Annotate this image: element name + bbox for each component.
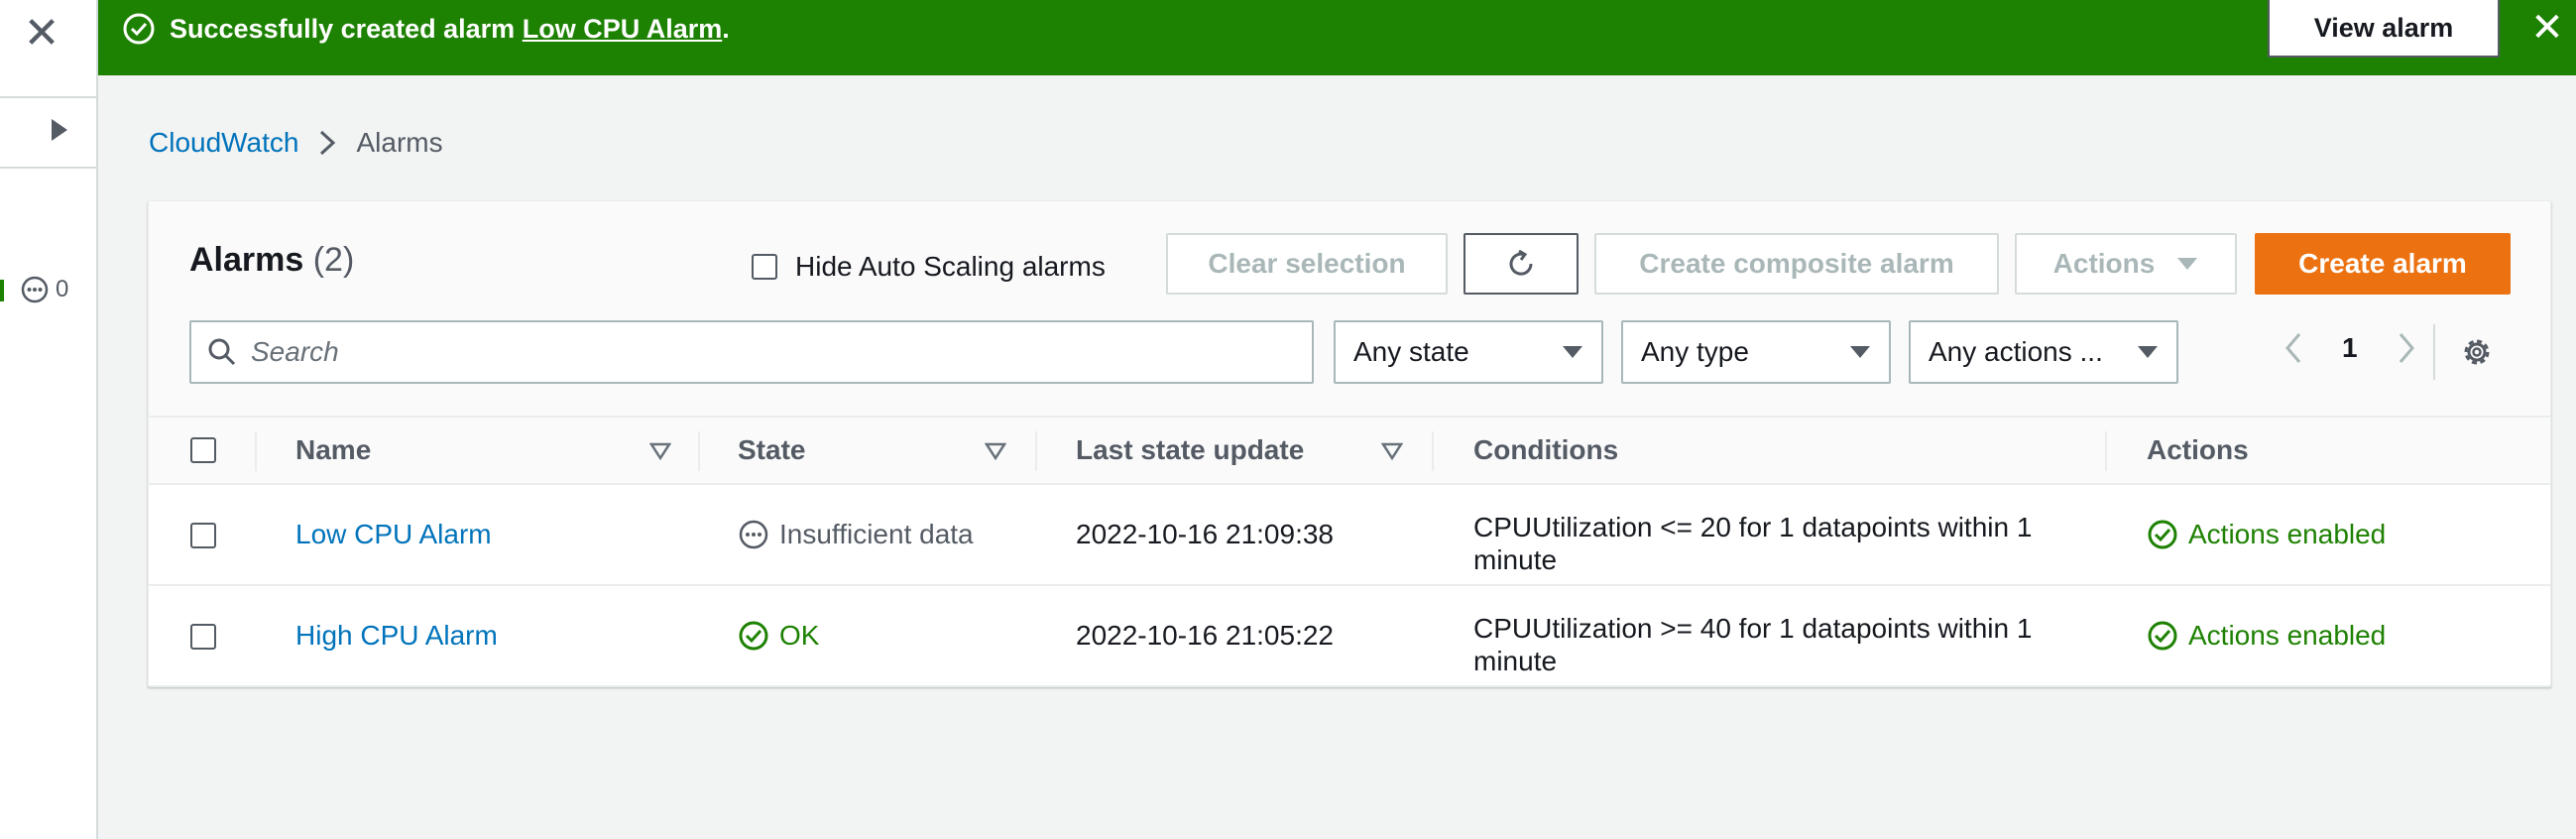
alarm-name-link[interactable]: High CPU Alarm <box>295 620 498 652</box>
success-message-suffix: . <box>722 14 730 44</box>
alarm-actions-status: Actions enabled <box>2147 586 2386 685</box>
search-input[interactable] <box>251 336 1282 368</box>
success-message-prefix: Successfully created alarm <box>170 14 516 44</box>
alarm-state-label: OK <box>779 620 820 651</box>
table-header: Name State Last state update Conditions … <box>149 416 2550 485</box>
success-message: Successfully created alarm Low CPU Alarm… <box>170 12 730 46</box>
caret-down-icon <box>2176 256 2198 272</box>
select-all-checkbox[interactable] <box>190 437 216 463</box>
hide-autoscaling-label: Hide Auto Scaling alarms <box>795 251 1106 282</box>
actions-filter-select[interactable]: Any actions ... <box>1909 320 2178 384</box>
alarm-state: Insufficient data <box>738 485 974 584</box>
pagination-divider <box>2433 324 2435 380</box>
success-check-icon <box>123 13 155 45</box>
actions-dropdown-label: Actions <box>2052 248 2156 279</box>
check-circle-icon <box>2148 520 2177 549</box>
table-row: Low CPU Alarm Insufficient data 2022-10-… <box>149 485 2550 586</box>
expand-caret-icon[interactable] <box>50 117 69 143</box>
column-header-name[interactable]: Name <box>295 418 371 483</box>
sort-icon[interactable] <box>649 441 671 461</box>
check-circle-icon <box>739 621 768 651</box>
nav-divider <box>0 96 98 98</box>
clear-selection-button[interactable]: Clear selection <box>1166 233 1448 295</box>
caret-down-icon <box>1850 346 1870 358</box>
search-icon <box>205 335 239 369</box>
dismiss-banner-icon[interactable]: ✕ <box>2527 6 2567 50</box>
column-divider <box>698 431 700 471</box>
column-header-last-update[interactable]: Last state update <box>1076 418 1304 483</box>
column-divider <box>1432 431 1434 471</box>
previous-page-icon[interactable] <box>2279 328 2308 368</box>
sort-icon[interactable] <box>985 441 1006 461</box>
breadcrumb-alarms: Alarms <box>356 127 443 158</box>
left-nav-panel: ✕ 0 <box>0 0 98 839</box>
state-filter-select[interactable]: Any state <box>1334 320 1603 384</box>
last-state-update: 2022-10-16 21:05:22 <box>1076 620 1334 651</box>
breadcrumb: CloudWatch Alarms <box>149 127 443 159</box>
alarm-state-label: Insufficient data <box>779 519 974 549</box>
type-filter-value: Any type <box>1641 336 1749 367</box>
close-nav-icon[interactable]: ✕ <box>22 12 61 56</box>
type-filter-select[interactable]: Any type <box>1621 320 1891 384</box>
table-row: High CPU Alarm OK 2022-10-16 21:05:22 CP… <box>149 586 2550 687</box>
state-filter-value: Any state <box>1353 336 1469 367</box>
caret-down-icon <box>1563 346 1582 358</box>
created-alarm-link[interactable]: Low CPU Alarm <box>523 14 723 44</box>
success-flashbar: Successfully created alarm Low CPU Alarm… <box>98 0 2576 75</box>
alarm-state: OK <box>738 586 819 685</box>
create-alarm-button[interactable]: Create alarm <box>2255 233 2511 295</box>
insufficient-data-icon <box>21 276 49 303</box>
actions-status-label: Actions enabled <box>2188 519 2387 549</box>
refresh-icon <box>1509 249 1533 276</box>
actions-dropdown[interactable]: Actions <box>2015 233 2237 295</box>
row-checkbox[interactable] <box>190 624 216 650</box>
column-divider <box>1035 431 1037 471</box>
panel-header: Alarms (2) Hide Auto Scaling alarms Clea… <box>149 201 2550 416</box>
column-divider <box>255 431 257 471</box>
column-header-actions: Actions <box>2147 434 2249 465</box>
current-page[interactable]: 1 <box>2342 332 2358 364</box>
alarm-name-link[interactable]: Low CPU Alarm <box>295 519 492 550</box>
alarm-conditions: CPUUtilization <= 20 for 1 datapoints wi… <box>1473 512 2033 575</box>
last-state-update: 2022-10-16 21:09:38 <box>1076 519 1334 549</box>
column-divider <box>2105 431 2107 471</box>
pagination: 1 <box>2279 328 2421 368</box>
refresh-button[interactable] <box>1464 233 1579 295</box>
actions-status-label: Actions enabled <box>2188 620 2387 651</box>
insufficient-data-icon <box>739 520 768 549</box>
page-title: Alarms (2) <box>189 241 354 280</box>
sort-icon[interactable] <box>1381 441 1403 461</box>
create-composite-alarm-button[interactable]: Create composite alarm <box>1594 233 1999 295</box>
alarms-count: (2) <box>312 241 355 279</box>
ok-count-indicator <box>0 280 4 301</box>
row-checkbox[interactable] <box>190 523 216 548</box>
column-header-conditions: Conditions <box>1473 434 1619 465</box>
alarms-table-panel: Alarms (2) Hide Auto Scaling alarms Clea… <box>148 200 2551 687</box>
hide-autoscaling-toggle[interactable]: Hide Auto Scaling alarms <box>752 251 1106 283</box>
check-circle-icon <box>2148 621 2177 651</box>
insufficient-count-value: 0 <box>56 276 69 302</box>
alarm-actions-status: Actions enabled <box>2147 485 2386 584</box>
alarm-conditions: CPUUtilization >= 40 for 1 datapoints wi… <box>1473 613 2033 676</box>
search-box <box>189 320 1314 384</box>
actions-filter-value: Any actions ... <box>1929 336 2103 367</box>
nav-divider <box>0 167 98 169</box>
settings-gear-icon[interactable] <box>2459 334 2495 370</box>
breadcrumb-cloudwatch[interactable]: CloudWatch <box>149 127 298 159</box>
column-header-state[interactable]: State <box>738 418 805 483</box>
next-page-icon[interactable] <box>2392 328 2421 368</box>
hide-autoscaling-checkbox[interactable] <box>752 254 777 280</box>
insufficient-count[interactable]: 0 <box>20 275 68 304</box>
view-alarm-button[interactable]: View alarm <box>2268 0 2500 58</box>
caret-down-icon <box>2138 346 2158 358</box>
breadcrumb-chevron-icon <box>318 129 336 157</box>
alarms-title: Alarms <box>189 241 304 279</box>
